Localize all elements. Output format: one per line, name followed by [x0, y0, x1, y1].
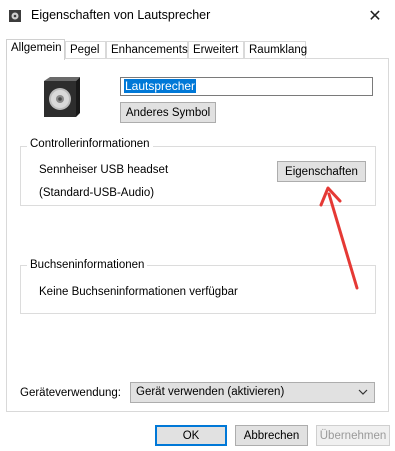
- device-name-input[interactable]: Lautsprecher: [120, 77, 373, 96]
- device-name-value: Lautsprecher: [124, 79, 197, 93]
- controller-properties-button[interactable]: Eigenschaften: [277, 161, 366, 182]
- device-usage-value: Gerät verwenden (aktivieren): [136, 386, 285, 398]
- speaker-app-icon: [9, 10, 21, 22]
- controller-driver: (Standard-USB-Audio): [39, 187, 155, 199]
- cancel-button[interactable]: Abbrechen: [235, 425, 308, 446]
- device-usage-label: Geräteverwendung:: [20, 387, 122, 399]
- jack-info-legend: Buchseninformationen: [27, 259, 148, 271]
- tab-allgemein[interactable]: Allgemein: [6, 39, 65, 60]
- window-title: Eigenschaften von Lautsprecher: [31, 8, 211, 22]
- chevron-down-icon: [358, 389, 368, 395]
- speaker-device-icon: [44, 77, 80, 117]
- device-usage-select[interactable]: Gerät verwenden (aktivieren): [130, 382, 375, 403]
- title-bar: Eigenschaften von Lautsprecher ✕: [0, 0, 395, 31]
- jack-info-text: Keine Buchseninformationen verfügbar: [39, 286, 238, 298]
- apply-button[interactable]: Übernehmen: [316, 425, 390, 446]
- controller-name: Sennheiser USB headset: [39, 164, 169, 176]
- ok-button[interactable]: OK: [155, 425, 227, 446]
- controller-info-legend: Controllerinformationen: [27, 138, 153, 150]
- change-icon-button[interactable]: Anderes Symbol: [120, 102, 216, 123]
- close-icon[interactable]: ✕: [355, 0, 395, 31]
